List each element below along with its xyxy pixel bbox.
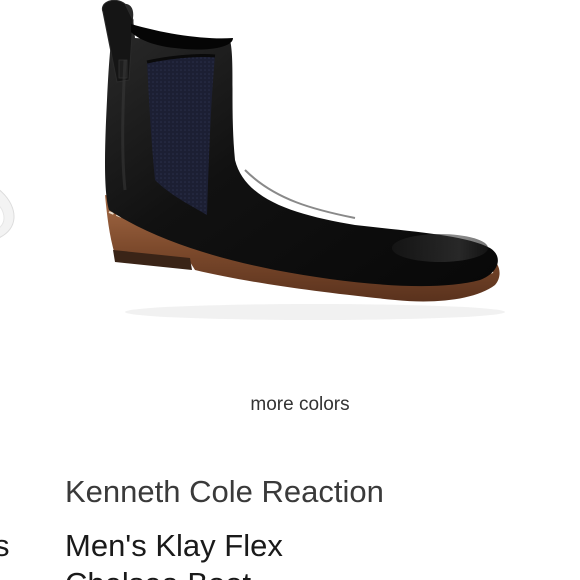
product-page: more colors Kenneth Cole Reaction s Men'… (0, 0, 580, 580)
product-brand[interactable]: Kenneth Cole Reaction (65, 474, 384, 510)
previous-product-title-fragment[interactable]: s (0, 528, 10, 564)
more-colors-link[interactable]: more colors (0, 394, 580, 416)
product-title-line2[interactable]: Chelsea Boot (65, 566, 251, 580)
previous-product-image[interactable] (0, 170, 15, 250)
product-image[interactable] (95, 0, 510, 330)
product-title[interactable]: Men's Klay Flex (65, 528, 283, 564)
